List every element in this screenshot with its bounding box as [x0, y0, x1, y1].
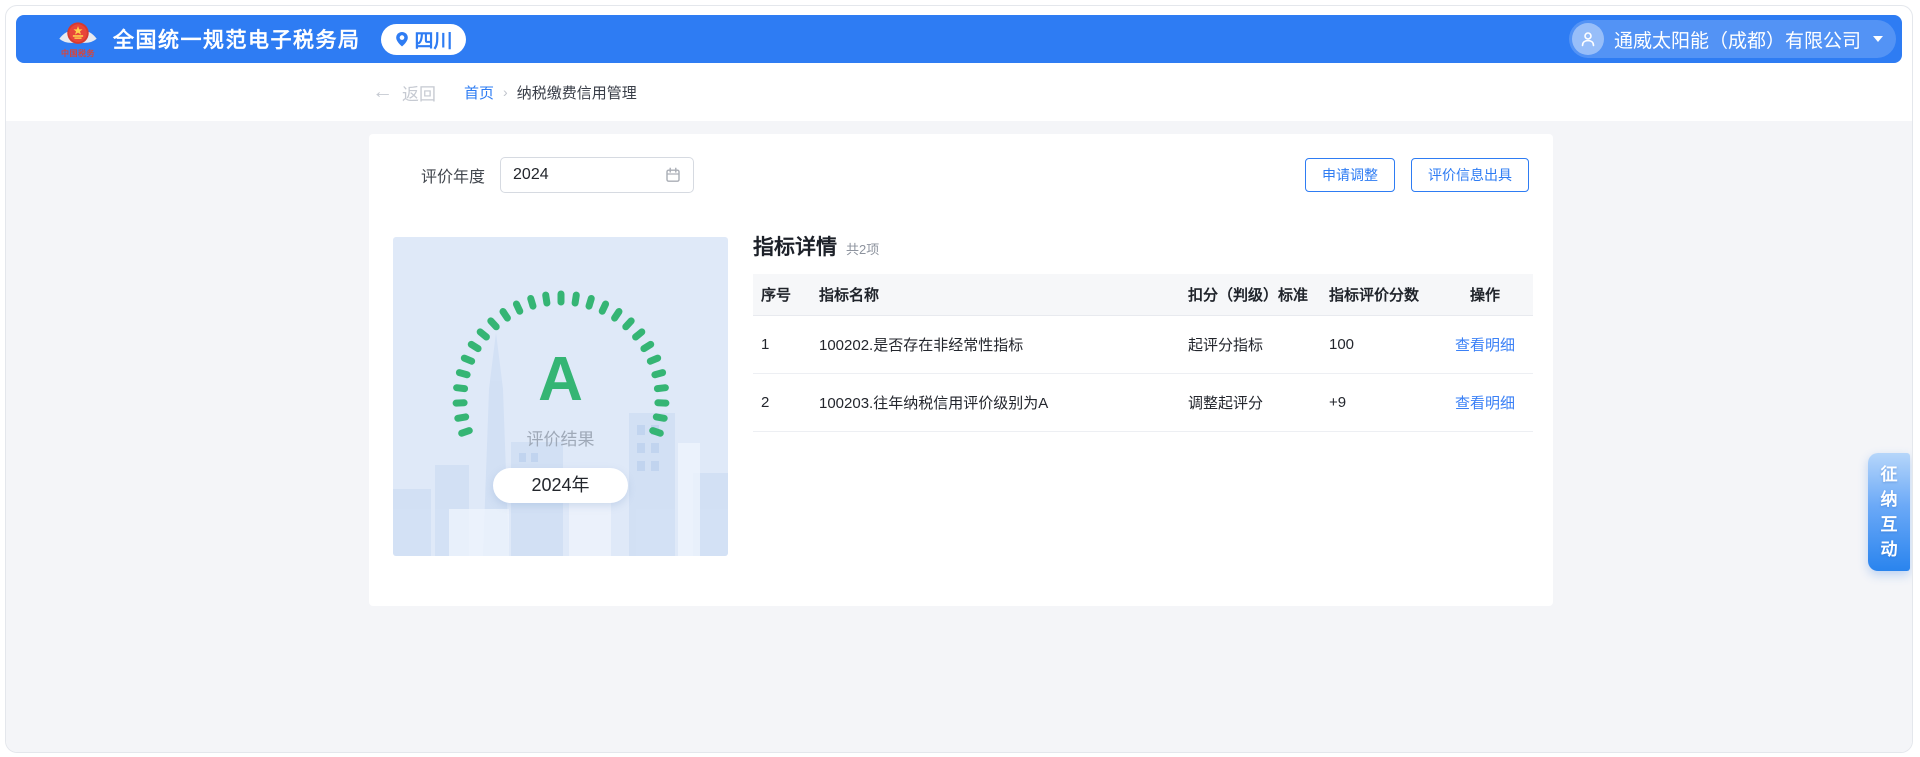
app-window: 中国税务 全国统一规范电子税务局 四川 通威太阳能（成都）有限公司 ← 返回	[5, 5, 1913, 753]
card-actions: 申请调整 评价信息出具	[1305, 158, 1529, 192]
side-tab-char: 动	[1881, 541, 1898, 558]
year-picker[interactable]: 2024	[500, 157, 694, 193]
side-tab-char: 互	[1881, 516, 1898, 533]
indicator-standard: 起评分指标	[1163, 334, 1313, 355]
app-title: 全国统一规范电子税务局	[113, 24, 361, 54]
calendar-icon	[665, 167, 681, 183]
back-button[interactable]: 返回	[402, 80, 436, 105]
table-row: 2 100203.往年纳税信用评价级别为A 调整起评分 +9 查看明细	[753, 374, 1533, 432]
location-badge[interactable]: 四川	[381, 24, 466, 55]
tax-bureau-logo: 中国税务	[56, 21, 100, 58]
year-value: 2024	[513, 166, 549, 184]
issue-evaluation-info-button[interactable]: 评价信息出具	[1411, 158, 1529, 192]
indicators-header: 指标详情 共2项	[753, 231, 879, 261]
credit-management-card: 评价年度 2024 申请调整 评价信息出具	[369, 134, 1553, 606]
indicator-score: 100	[1313, 336, 1437, 353]
indicators-title: 指标详情	[753, 231, 837, 261]
year-label: 评价年度	[421, 163, 485, 187]
col-score: 指标评价分数	[1313, 284, 1437, 305]
indicator-standard: 调整起评分	[1163, 392, 1313, 413]
view-detail-link[interactable]: 查看明细	[1455, 334, 1515, 355]
tax-emblem-icon	[56, 21, 100, 49]
indicator-score: +9	[1313, 394, 1437, 411]
view-detail-link[interactable]: 查看明细	[1455, 392, 1515, 413]
apply-adjustment-button[interactable]: 申请调整	[1305, 158, 1395, 192]
breadcrumb-separator: ›	[503, 84, 508, 100]
table-row: 1 100202.是否存在非经常性指标 起评分指标 100 查看明细	[753, 316, 1533, 374]
side-tab-char: 纳	[1881, 491, 1898, 508]
indicators-count: 共2项	[846, 239, 879, 258]
breadcrumb-home-link[interactable]: 首页	[464, 82, 494, 103]
row-index: 2	[753, 394, 809, 411]
user-avatar-icon	[1572, 23, 1604, 55]
app-header: 中国税务 全国统一规范电子税务局 四川 通威太阳能（成都）有限公司	[16, 15, 1902, 63]
indicator-name: 100203.往年纳税信用评价级别为A	[809, 392, 1163, 413]
col-index: 序号	[753, 284, 809, 305]
col-standard: 扣分（判级）标准	[1163, 284, 1313, 305]
back-arrow-icon[interactable]: ←	[372, 80, 393, 104]
table-header-row: 序号 指标名称 扣分（判级）标准 指标评价分数 操作	[753, 274, 1533, 316]
rating-panel: A 评价结果 2024年	[393, 237, 728, 556]
company-switcher[interactable]: 通威太阳能（成都）有限公司	[1569, 20, 1896, 58]
col-name: 指标名称	[809, 284, 1163, 305]
rating-result-label: 评价结果	[393, 425, 728, 450]
indicator-name: 100202.是否存在非经常性指标	[809, 334, 1163, 355]
location-label: 四川	[415, 26, 453, 53]
rating-year-badge: 2024年	[493, 468, 628, 503]
breadcrumb: ← 返回 首页 › 纳税缴费信用管理	[372, 63, 637, 121]
row-index: 1	[753, 336, 809, 353]
main-content: 评价年度 2024 申请调整 评价信息出具	[6, 121, 1912, 752]
tax-interaction-side-tab[interactable]: 征 纳 互 动	[1868, 453, 1910, 571]
year-filter: 评价年度 2024	[421, 157, 694, 193]
side-tab-char: 征	[1881, 466, 1898, 483]
breadcrumb-current: 纳税缴费信用管理	[517, 82, 637, 103]
chevron-down-icon	[1873, 36, 1883, 42]
company-name: 通威太阳能（成都）有限公司	[1614, 26, 1861, 53]
col-action: 操作	[1437, 284, 1533, 305]
indicators-table: 序号 指标名称 扣分（判级）标准 指标评价分数 操作 1 100202.是否存在…	[753, 274, 1533, 432]
rating-grade: A	[393, 349, 728, 411]
location-pin-icon	[394, 31, 410, 47]
logo-caption: 中国税务	[61, 49, 95, 58]
